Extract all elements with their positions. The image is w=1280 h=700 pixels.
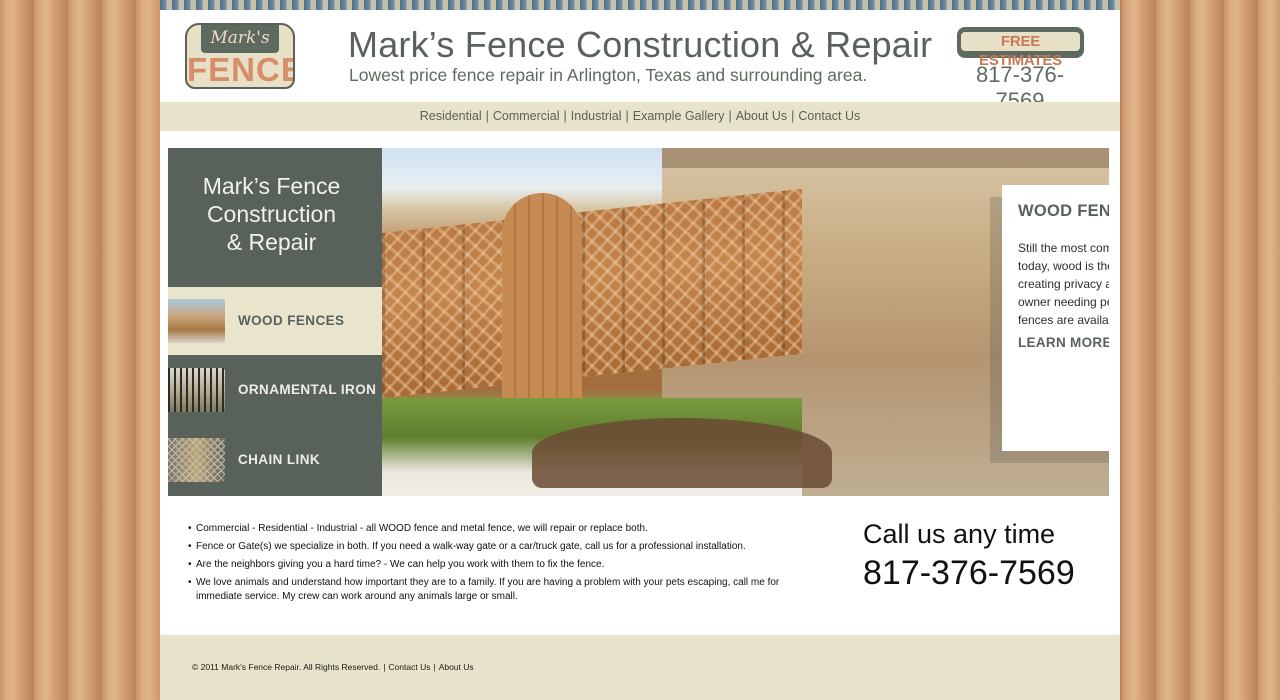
sidebar-item-ornamental-iron[interactable]: ORNAMENTAL IRON — [168, 356, 382, 424]
nav-commercial[interactable]: Commercial — [493, 109, 560, 123]
nav-separator: | — [791, 109, 795, 123]
nav-separator: | — [728, 109, 732, 123]
footer-separator: | — [433, 662, 436, 672]
services-list: Commercial - Residential - Industrial - … — [188, 522, 808, 608]
logo-script-text: Mark's — [201, 25, 279, 53]
footer-link-contact-us[interactable]: Contact Us — [388, 662, 430, 672]
list-item: Commercial - Residential - Industrial - … — [188, 522, 808, 536]
card-description: Still the most common fence material use… — [1018, 241, 1109, 327]
sidebar-item-chain-link[interactable]: CHAIN LINK — [168, 426, 382, 494]
sidebar-title: Mark’s Fence Construction & Repair — [168, 172, 375, 256]
call-us-label: Call us any time — [863, 519, 1056, 549]
footer-text: © 2011 Mark's Fence Repair. All Rights R… — [192, 662, 474, 672]
sidebar-item-label: ORNAMENTAL IRON — [238, 382, 377, 397]
nav-example-gallery[interactable]: Example Gallery — [633, 109, 725, 123]
nav-separator: | — [485, 109, 489, 123]
hero-sidebar: Mark’s Fence Construction & Repair WOOD … — [168, 148, 382, 496]
logo-fence-text: FENCE — [187, 51, 295, 88]
nav-about-us[interactable]: About Us — [736, 109, 787, 123]
nav-separator: | — [625, 109, 629, 123]
learn-more-label: LEARN MORE — [1018, 335, 1109, 350]
wood-fences-card: WOOD FENCES Still the most common fence … — [1002, 185, 1109, 451]
sidebar-title-line: & Repair — [226, 229, 317, 255]
fence-gate — [502, 193, 582, 423]
nav-contact-us[interactable]: Contact Us — [798, 109, 860, 123]
copyright-text: © 2011 Mark's Fence Repair. All Rights R… — [192, 662, 381, 672]
footer-link-about-us[interactable]: About Us — [439, 662, 474, 672]
learn-more-link[interactable]: LEARN MORE > — [1018, 335, 1109, 350]
sidebar-title-line: Mark’s Fence — [202, 173, 341, 199]
nav-industrial[interactable]: Industrial — [571, 109, 622, 123]
site-title: Mark’s Fence Construction & Repair — [348, 24, 933, 65]
sidebar-item-label: WOOD FENCES — [238, 313, 345, 328]
list-item: Fence or Gate(s) we specialize in both. … — [188, 540, 808, 554]
free-estimates-label: FREE ESTIMATES — [961, 32, 1080, 69]
footer-separator: | — [383, 662, 386, 672]
site-tagline: Lowest price fence repair in Arlington, … — [349, 65, 868, 85]
sidebar-title-line: Construction — [206, 201, 337, 227]
sidebar-item-wood-fences[interactable]: WOOD FENCES — [168, 287, 382, 355]
nav-residential[interactable]: Residential — [420, 109, 482, 123]
top-border-decoration — [160, 0, 1120, 10]
list-item: Are the neighbors giving you a hard time… — [188, 558, 808, 572]
main-nav: Residential | Commercial | Industrial | Exampl… — [160, 102, 1120, 131]
wood-fence-thumbnail — [168, 299, 225, 343]
hero-banner: Mark’s Fence Construction & Repair WOOD … — [168, 148, 1109, 496]
mulch-bed — [532, 418, 832, 488]
site-logo[interactable]: Mark's FENCE — [185, 23, 295, 89]
sidebar-item-label: CHAIN LINK — [238, 452, 320, 467]
page-container: Mark's FENCE Mark’s Fence Construction &… — [160, 10, 1120, 700]
call-us-phone: 817-376-7569 — [863, 554, 1075, 592]
list-item: We love animals and understand how impor… — [188, 576, 808, 604]
card-title: WOOD FENCES — [1018, 202, 1109, 220]
chain-link-thumbnail — [168, 438, 225, 482]
wood-fence-photo: WOOD FENCES Still the most common fence … — [382, 148, 1109, 496]
free-estimates-badge[interactable]: FREE ESTIMATES — [957, 27, 1084, 69]
footer: © 2011 Mark's Fence Repair. All Rights R… — [160, 635, 1120, 700]
nav-separator: | — [563, 109, 567, 123]
ornamental-iron-thumbnail — [168, 368, 225, 412]
house-roof — [662, 148, 1109, 168]
